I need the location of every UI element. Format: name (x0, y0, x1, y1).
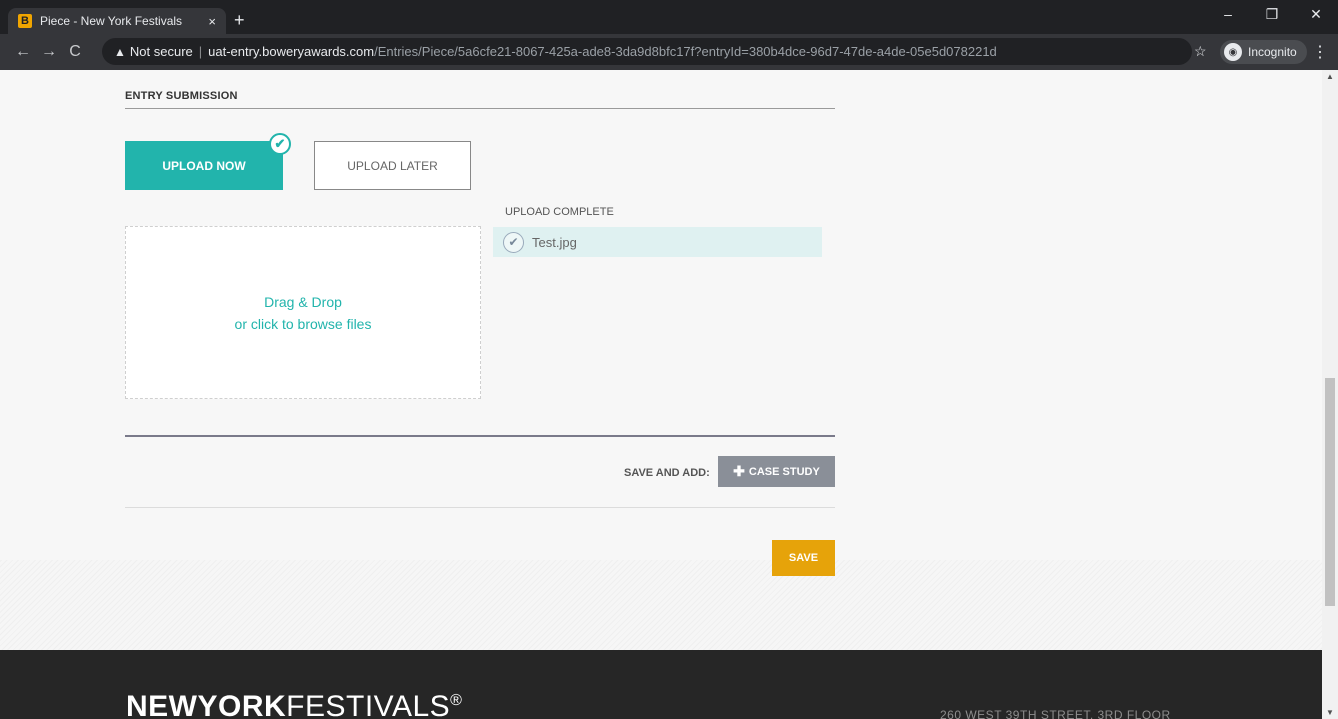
tab-title: Piece - New York Festivals (40, 14, 183, 28)
add-case-study-button[interactable]: ✚ CASE STUDY (718, 456, 835, 487)
tab-close-icon[interactable]: × (208, 14, 216, 29)
kebab-menu-icon[interactable]: ⋮ (1312, 42, 1328, 62)
reload-icon[interactable]: C (62, 43, 88, 61)
logo-light-text: FESTIVALS (286, 690, 451, 719)
warning-icon: ▲ (114, 44, 126, 59)
logo-bold-text: NEWYORK (126, 690, 287, 719)
incognito-indicator[interactable]: ◉ Incognito (1220, 40, 1307, 64)
page-scrollbar[interactable]: ▲ ▼ (1322, 70, 1338, 719)
star-icon[interactable]: ☆ (1194, 43, 1207, 60)
back-icon[interactable]: ← (10, 43, 36, 61)
scroll-thumb[interactable] (1325, 378, 1335, 606)
actions-divider (125, 435, 835, 437)
scroll-up-icon[interactable]: ▲ (1326, 72, 1334, 81)
security-label: Not secure (129, 44, 193, 59)
new-tab-icon[interactable]: + (234, 10, 245, 30)
browser-toolbar: ← → C ▲ Not secure | uat-entry.boweryawa… (0, 34, 1338, 70)
upload-now-button[interactable]: UPLOAD NOW (125, 141, 283, 190)
upload-later-button[interactable]: UPLOAD LATER (314, 141, 471, 190)
window-controls: – ❐ ✕ (1206, 6, 1338, 23)
dropzone-line-2: or click to browse files (234, 315, 372, 332)
file-dropzone[interactable]: Drag & Drop or click to browse files (125, 226, 481, 399)
footer-address: 260 WEST 39TH STREET, 3RD FLOOR (940, 708, 1171, 719)
upload-status-label: UPLOAD COMPLETE (505, 206, 614, 218)
case-study-label: CASE STUDY (748, 465, 820, 478)
incognito-icon: ◉ (1224, 43, 1242, 61)
save-divider (125, 507, 835, 508)
url-domain: uat-entry.boweryawards.com (208, 44, 375, 59)
save-and-add-label: SAVE AND ADD: (624, 467, 710, 479)
uploaded-file-row: ✔ Test.jpg (493, 227, 822, 257)
selected-check-icon: ✔ (269, 133, 291, 155)
minimize-icon[interactable]: – (1206, 6, 1250, 23)
site-favicon-icon: B (18, 14, 32, 28)
address-bar[interactable]: ▲ Not secure | uat-entry.boweryawards.co… (102, 38, 1192, 65)
site-footer: NEWYORKFESTIVALS® 260 WEST 39TH STREET, … (0, 650, 1322, 719)
footer-logo[interactable]: NEWYORKFESTIVALS® (126, 690, 462, 719)
browser-tab[interactable]: B Piece - New York Festivals × (8, 8, 226, 34)
url-path: /Entries/Piece/5a6cfe21-8067-425a-ade8-3… (374, 44, 997, 59)
file-check-icon: ✔ (503, 231, 524, 253)
restore-icon[interactable]: ❐ (1250, 6, 1294, 23)
registered-mark: ® (450, 692, 463, 709)
incognito-label: Incognito (1248, 45, 1297, 59)
browser-tab-bar: B Piece - New York Festivals × + – ❐ ✕ (0, 0, 1338, 34)
close-window-icon[interactable]: ✕ (1294, 6, 1338, 23)
uploaded-file-name: Test.jpg (532, 234, 577, 250)
section-divider (125, 108, 835, 109)
scroll-down-icon[interactable]: ▼ (1326, 708, 1334, 717)
dropzone-line-1: Drag & Drop (264, 293, 342, 310)
section-title: ENTRY SUBMISSION (125, 90, 238, 102)
save-button[interactable]: SAVE (772, 540, 835, 576)
page-content: ENTRY SUBMISSION UPLOAD NOW ✔ UPLOAD LAT… (0, 70, 1322, 719)
forward-icon[interactable]: → (36, 43, 62, 61)
plus-icon: ✚ (733, 463, 745, 479)
url-separator: | (198, 44, 203, 59)
